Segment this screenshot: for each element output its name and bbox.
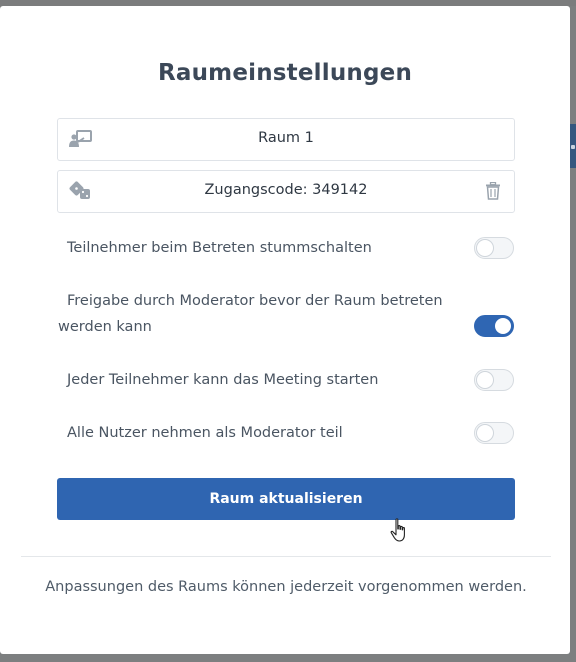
room-name-value: Raum 1 <box>258 130 314 146</box>
toggle-knob <box>477 425 493 441</box>
toggle-knob <box>477 240 493 256</box>
background-page-icon <box>571 145 575 149</box>
hand-pointer-icon <box>390 518 410 544</box>
room-settings-dialog: Raumeinstellungen Raum 1 Zugangscode: 34… <box>0 6 570 654</box>
room-name-field[interactable]: Raum 1 <box>57 118 515 161</box>
update-room-button[interactable]: Raum aktualisieren <box>57 478 515 520</box>
toggle-mute-on-join[interactable] <box>474 237 514 259</box>
trash-icon[interactable] <box>485 181 501 200</box>
toggle-anyone-can-start[interactable] <box>474 369 514 391</box>
dialog-title: Raumeinstellungen <box>157 60 413 86</box>
footer-divider <box>21 556 551 557</box>
footer-note: Anpassungen des Raums können jederzeit v… <box>45 579 527 595</box>
toggle-label-mute-on-join: Teilnehmer beim Betreten stummschalten <box>67 240 372 256</box>
toggle-moderator-approval[interactable] <box>474 315 514 337</box>
toggle-label-moderator-approval: Freigabe durch Moderator bevor der Raum … <box>58 293 443 335</box>
backdrop-bottom <box>0 654 576 662</box>
toggle-knob <box>477 372 493 388</box>
access-code-text: Zugangscode: 349142 <box>204 182 368 198</box>
toggle-knob <box>495 318 511 334</box>
toggle-label-all-moderators: Alle Nutzer nehmen als Moderator teil <box>67 425 343 441</box>
toggle-all-moderators[interactable] <box>474 422 514 444</box>
access-code-field: Zugangscode: 349142 <box>57 170 515 213</box>
toggle-label-anyone-can-start: Jeder Teilnehmer kann das Meeting starte… <box>67 372 379 388</box>
